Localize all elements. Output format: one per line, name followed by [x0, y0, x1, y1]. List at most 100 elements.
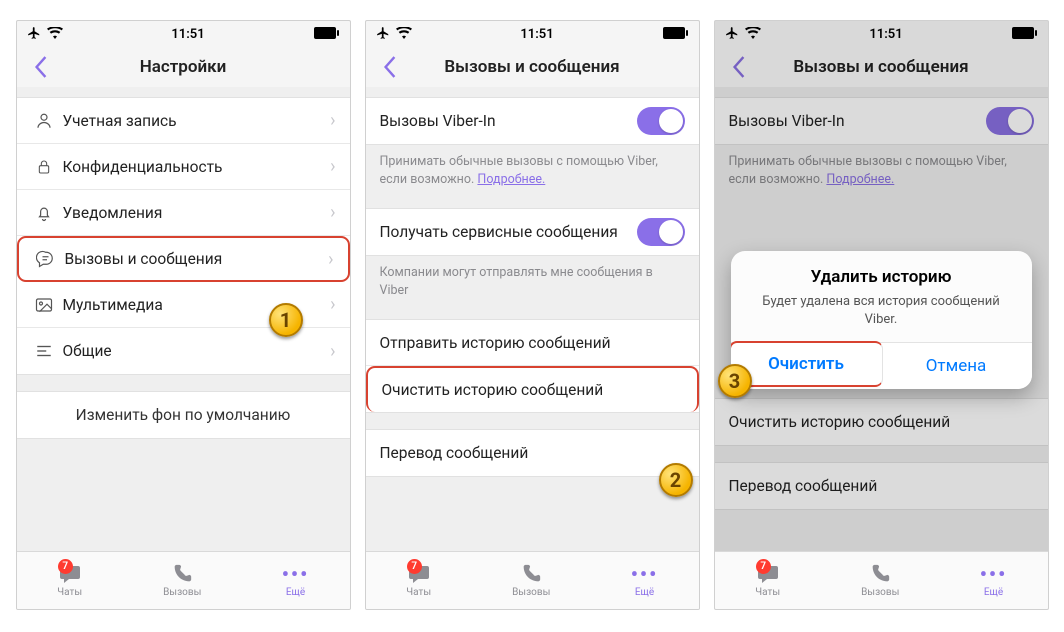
clock: 11:51 [171, 27, 204, 42]
row-service-messages[interactable]: Получать сервисные сообщения [366, 209, 699, 255]
item-label: Перевод сообщений [729, 477, 1034, 495]
tab-chats[interactable]: 7 Чаты [57, 563, 83, 598]
row-clear-history[interactable]: Очистить историю сообщений [366, 366, 699, 412]
item-label: Вызовы и сообщения [59, 250, 329, 268]
dialog-confirm-button[interactable]: Очистить [731, 341, 883, 387]
row-viber-in[interactable]: Вызовы Viber-In [715, 98, 1048, 144]
screen-settings: 11:51 Настройки Учетная запись › Конфиде… [16, 20, 351, 610]
more-icon: ••• [980, 563, 1008, 585]
battery-icon [663, 27, 689, 42]
learn-more-link[interactable]: Подробнее. [477, 172, 545, 187]
nav-bar: Настройки [17, 47, 350, 87]
list-lines-icon [31, 344, 57, 358]
status-bar: 11:51 [715, 21, 1048, 47]
settings-item-privacy[interactable]: Конфиденциальность › [17, 144, 350, 190]
item-label: Перевод сообщений [380, 444, 685, 462]
tab-more[interactable]: ••• Ещё [980, 563, 1008, 598]
bell-icon [31, 204, 57, 222]
tab-calls[interactable]: Вызовы [512, 563, 550, 598]
item-label: Вызовы Viber-In [729, 112, 986, 130]
wifi-icon [745, 27, 761, 42]
screen-calls-messages: 11:51 Вызовы и сообщения Вызовы Viber-In… [365, 20, 700, 610]
item-label: Уведомления [57, 204, 331, 222]
more-icon: ••• [282, 563, 310, 585]
back-button[interactable] [23, 49, 59, 85]
settings-item-general[interactable]: Общие › [17, 328, 350, 374]
row-clear-history[interactable]: Очистить историю сообщений [715, 399, 1048, 445]
lock-icon [31, 158, 57, 176]
chevron-right-icon: › [330, 110, 335, 131]
airplane-icon [376, 26, 390, 43]
airplane-icon [27, 26, 41, 43]
tab-label: Чаты [406, 587, 431, 598]
tab-calls[interactable]: Вызовы [861, 563, 899, 598]
status-bar: 11:51 [17, 21, 350, 47]
tab-chats[interactable]: 7 Чаты [406, 563, 432, 598]
item-label: Отправить историю сообщений [380, 334, 685, 352]
tab-bar: 7 Чаты Вызовы ••• Ещё [715, 551, 1048, 609]
battery-icon [314, 27, 340, 42]
wifi-icon [47, 27, 63, 42]
settings-item-notifications[interactable]: Уведомления › [17, 190, 350, 236]
phone-icon [869, 563, 891, 585]
toggle-service-messages[interactable] [637, 218, 685, 246]
step-badge-3: 3 [718, 364, 752, 398]
tab-label: Чаты [755, 587, 780, 598]
item-label: Очистить историю сообщений [382, 381, 683, 399]
calls-messages-list: Вызовы Viber-In Принимать обычные вызовы… [366, 87, 699, 551]
back-button[interactable] [372, 49, 408, 85]
step-badge-2: 2 [659, 463, 693, 497]
page-title: Вызовы и сообщения [757, 57, 1042, 77]
tab-more[interactable]: ••• Ещё [631, 563, 659, 598]
tab-label: Ещё [286, 587, 305, 598]
airplane-icon [725, 26, 739, 43]
dialog-cancel-button[interactable]: Отмена [881, 343, 1032, 389]
chat-badge: 7 [407, 559, 422, 574]
tab-label: Вызовы [512, 587, 550, 598]
battery-icon [1012, 27, 1038, 42]
nav-bar: Вызовы и сообщения [366, 47, 699, 87]
row-viber-in[interactable]: Вызовы Viber-In [366, 98, 699, 144]
item-label: Вызовы Viber-In [380, 112, 637, 130]
person-icon [31, 112, 57, 130]
tab-bar: 7 Чаты Вызовы ••• Ещё [366, 551, 699, 609]
phone-icon [520, 563, 542, 585]
settings-item-account[interactable]: Учетная запись › [17, 98, 350, 144]
learn-more-link[interactable]: Подробнее. [826, 172, 894, 187]
dialog-title: Удалить историю [749, 267, 1014, 287]
tab-more[interactable]: ••• Ещё [282, 563, 310, 598]
status-bar: 11:51 [366, 21, 699, 47]
item-label: Конфиденциальность [57, 158, 331, 176]
viber-in-description: Принимать обычные вызовы с помощью Viber… [715, 145, 1048, 192]
tab-label: Ещё [984, 587, 1003, 598]
tab-label: Вызовы [163, 587, 201, 598]
viber-in-description: Принимать обычные вызовы с помощью Viber… [366, 145, 699, 192]
tab-label: Ещё [635, 587, 654, 598]
settings-item-calls-messages[interactable]: Вызовы и сообщения › [17, 236, 350, 282]
tab-label: Вызовы [861, 587, 899, 598]
page-title: Настройки [59, 57, 344, 77]
phone-icon [171, 563, 193, 585]
more-icon: ••• [631, 563, 659, 585]
back-button[interactable] [721, 49, 757, 85]
tab-calls[interactable]: Вызовы [163, 563, 201, 598]
tab-chats[interactable]: 7 Чаты [755, 563, 781, 598]
toggle-viber-in[interactable] [637, 107, 685, 135]
settings-default-background[interactable]: Изменить фон по умолчанию [17, 392, 350, 438]
step-badge-1: 1 [269, 303, 303, 337]
nav-bar: Вызовы и сообщения [715, 47, 1048, 87]
row-send-history[interactable]: Отправить историю сообщений [366, 320, 699, 366]
chat-badge: 7 [58, 559, 73, 574]
chevron-right-icon: › [330, 341, 335, 362]
toggle-viber-in[interactable] [986, 107, 1034, 135]
wifi-icon [396, 27, 412, 42]
screen-confirm-dialog: 11:51 Вызовы и сообщения Вызовы Viber-In… [714, 20, 1049, 610]
item-label: Изменить фон по умолчанию [31, 406, 336, 424]
row-translate-messages[interactable]: Перевод сообщений [715, 463, 1048, 509]
tab-label: Чаты [57, 587, 82, 598]
row-translate-messages[interactable]: Перевод сообщений [366, 430, 699, 476]
chevron-right-icon: › [330, 294, 335, 315]
item-label: Очистить историю сообщений [729, 413, 1034, 431]
chevron-right-icon: › [330, 202, 335, 223]
chat-badge: 7 [756, 559, 771, 574]
